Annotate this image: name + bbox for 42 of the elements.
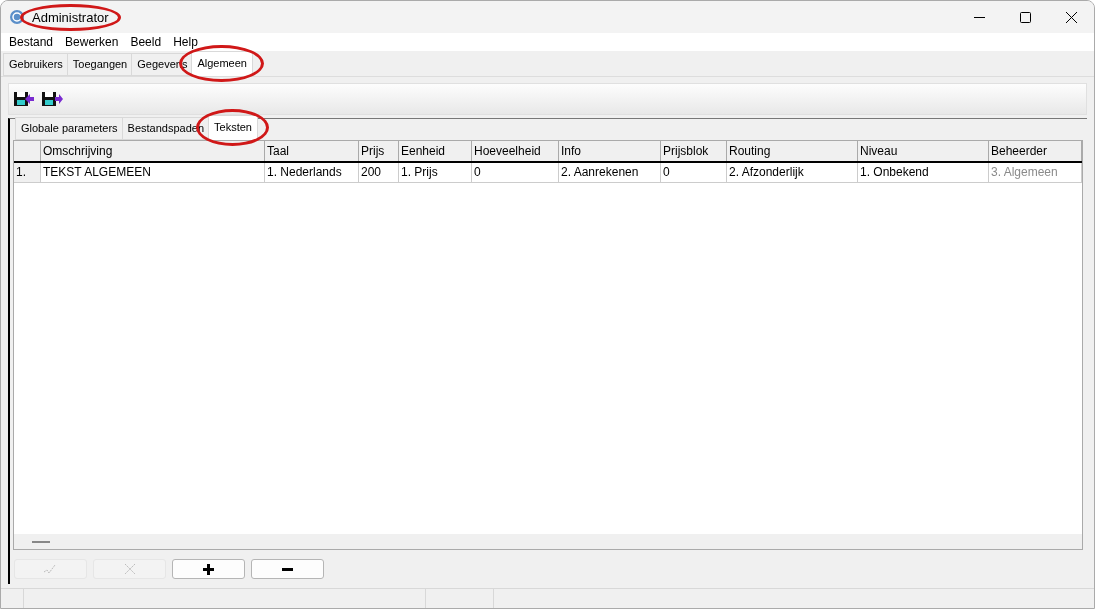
table-cell[interactable]: 1. Nederlands [265, 163, 359, 182]
table-cell[interactable]: 2. Aanrekenen [559, 163, 661, 182]
table-cell[interactable]: TEKST ALGEMEEN [41, 163, 265, 182]
minimize-icon [973, 16, 985, 18]
remove-button[interactable] [251, 559, 324, 579]
row-header: 1. [14, 163, 41, 182]
add-button[interactable] [172, 559, 245, 579]
close-icon [1065, 11, 1077, 23]
dash-icon [32, 540, 50, 543]
column-header[interactable]: Taal [265, 141, 359, 161]
column-header[interactable]: Niveau [858, 141, 989, 161]
plus-icon [203, 563, 214, 575]
app-icon [9, 9, 25, 25]
column-header[interactable]: Eenheid [399, 141, 472, 161]
column-header[interactable]: Beheerder [989, 141, 1082, 161]
table-cell[interactable]: 1. Onbekend [858, 163, 989, 182]
table-cell[interactable]: 2. Afzonderlijk [727, 163, 858, 182]
tab[interactable]: Algemeen [191, 51, 253, 76]
maximize-icon [1019, 11, 1031, 23]
column-header[interactable]: Omschrijving [41, 141, 265, 161]
tab[interactable]: Gebruikers [3, 53, 69, 76]
column-header[interactable]: Prijs [359, 141, 399, 161]
minus-icon [282, 567, 293, 571]
table-cell[interactable]: 200 [359, 163, 399, 182]
menu-item[interactable]: Bewerken [59, 33, 125, 51]
table-cell[interactable]: 1. Prijs [399, 163, 472, 182]
tab[interactable]: Toegangen [66, 53, 134, 76]
column-header[interactable]: Info [559, 141, 661, 161]
floppy-import-icon[interactable] [13, 90, 35, 108]
column-header[interactable]: Prijsblok [661, 141, 727, 161]
table-cell[interactable]: 0 [472, 163, 559, 182]
table-cell[interactable]: 0 [661, 163, 727, 182]
menu-item[interactable]: Bestand [3, 33, 60, 51]
window-title: Administrator [32, 9, 109, 25]
column-header[interactable]: Hoeveelheid [472, 141, 559, 161]
menu-item[interactable]: Help [167, 33, 204, 51]
column-header[interactable]: Routing [727, 141, 858, 161]
tab[interactable]: Globale parameters [15, 117, 124, 140]
cross-icon [123, 563, 136, 575]
menu-item[interactable]: Beeld [124, 33, 168, 51]
floppy-export-icon[interactable] [41, 90, 63, 108]
tab[interactable]: Teksten [208, 115, 258, 140]
